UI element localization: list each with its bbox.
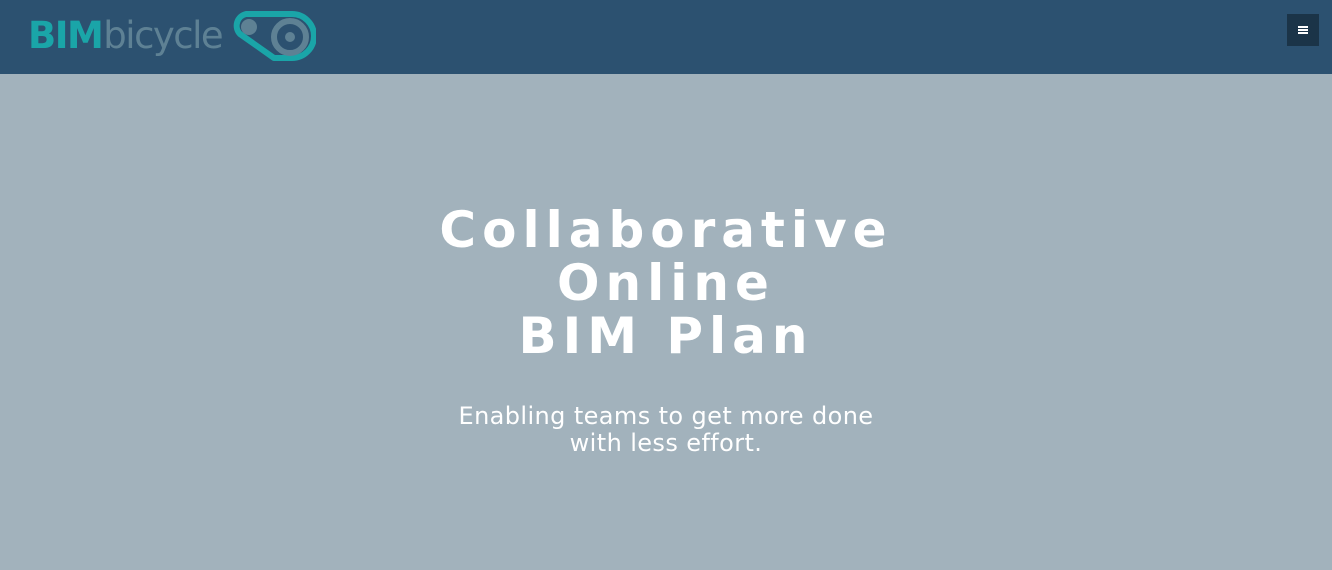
bicycle-chain-icon (233, 11, 317, 61)
navbar: BIM bicycle (0, 0, 1332, 74)
hero-subtitle: Enabling teams to get more done with les… (0, 403, 1332, 457)
menu-toggle-button[interactable] (1287, 14, 1319, 46)
brand-name-bim: BIM (28, 13, 104, 57)
hero-title-line: Collaborative (439, 201, 893, 259)
hero-title-line: BIM Plan (518, 307, 814, 365)
hero-subtitle-line: with less effort. (569, 429, 763, 457)
hamburger-menu-icon (1298, 26, 1308, 34)
brand-name-bicycle: bicycle (103, 13, 223, 57)
hero-subtitle-line: Enabling teams to get more done (458, 402, 874, 430)
hero-title: Collaborative Online BIM Plan (0, 204, 1332, 363)
hero-section: Collaborative Online BIM Plan Enabling t… (0, 74, 1332, 570)
brand-logo-link[interactable]: BIM bicycle (28, 8, 317, 62)
hero-title-line: Online (557, 254, 775, 312)
